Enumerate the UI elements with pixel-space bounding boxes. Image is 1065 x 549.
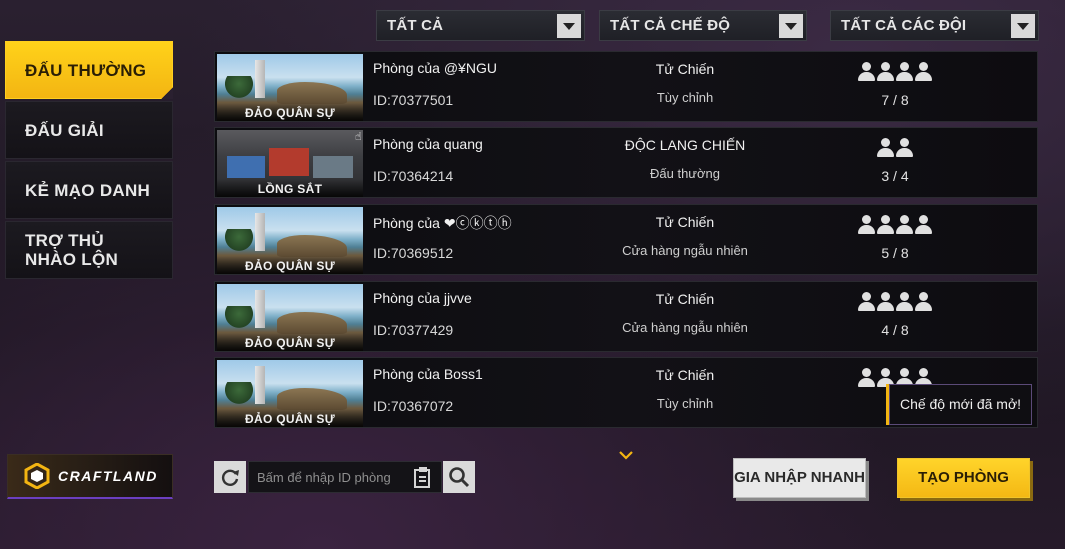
room-submode: Cửa hàng ngẫu nhiên — [622, 320, 748, 335]
player-count: 4 / 8 — [881, 322, 909, 338]
person-icon — [915, 292, 932, 311]
sidebar-item-ke-mao-danh[interactable]: KẺ MẠO DANH — [5, 161, 173, 219]
map-name: ĐẢO QUÂN SỰ — [217, 333, 363, 351]
craftland-logo-icon — [24, 463, 50, 489]
map-thumbnail: ĐẢO QUÂN SỰ — [217, 54, 363, 121]
chevron-down-icon[interactable] — [619, 448, 633, 462]
chevron-down-icon[interactable] — [779, 14, 803, 38]
paste-button[interactable] — [411, 465, 435, 489]
new-mode-tooltip: Chế độ mới đã mở! — [889, 384, 1032, 425]
map-name: ĐẢO QUÂN SỰ — [217, 103, 363, 121]
sidebar-item-label: TRỢ THỦ NHÀO LỘN — [25, 231, 119, 269]
sidebar-item-label: ĐẤU THƯỜNG — [25, 60, 147, 80]
player-count: 5 / 8 — [881, 245, 909, 261]
person-icon — [877, 138, 894, 157]
mode-filter[interactable]: TẤT CẢ CHẾ ĐỘ — [599, 10, 807, 41]
map-thumbnail: ĐẢO QUÂN SỰ — [217, 360, 363, 427]
person-icon — [858, 292, 875, 311]
chevron-down-icon[interactable] — [1011, 14, 1035, 38]
mode-filter-label: TẤT CẢ CHẾ ĐỘ — [610, 17, 731, 34]
map-thumbnail: LỒNG SẮT — [217, 130, 363, 197]
room-name: Phòng của Boss1 — [373, 366, 483, 382]
room-name: Phòng của jjvve — [373, 290, 472, 306]
person-icon — [896, 138, 913, 157]
player-count: 3 / 4 — [881, 168, 909, 184]
person-icon — [858, 215, 875, 234]
search-icon — [449, 467, 470, 488]
room-submode: Cửa hàng ngẫu nhiên — [622, 243, 748, 258]
team-size-filter-label: TẤT CẢ — [387, 17, 444, 34]
craftland-label: CRAFTLAND — [58, 468, 158, 484]
pointer-icon: ☝ — [355, 131, 362, 143]
room-name: Phòng của quang — [373, 136, 483, 152]
refresh-icon — [221, 469, 239, 486]
search-button[interactable] — [443, 461, 475, 493]
room-mode: Tử Chiến — [655, 291, 715, 307]
room-row[interactable]: ĐẢO QUÂN SỰ Phòng của jjvve ID:70377429 … — [214, 281, 1038, 352]
team-size-icons — [815, 138, 975, 158]
room-row[interactable]: ĐẢO QUÂN SỰ Phòng của @¥NGU ID:70377501 … — [214, 51, 1038, 122]
player-count: 7 / 8 — [881, 92, 909, 108]
craftland-button[interactable]: CRAFTLAND — [7, 454, 173, 499]
person-icon — [858, 368, 875, 387]
team-size-filter[interactable]: TẤT CẢ — [376, 10, 585, 41]
map-thumbnail: ĐẢO QUÂN SỰ — [217, 207, 363, 274]
refresh-button[interactable] — [214, 461, 246, 493]
create-room-button[interactable]: TẠO PHÒNG — [897, 458, 1030, 498]
room-mode: Tử Chiến — [655, 367, 715, 383]
room-mode: Tử Chiến — [655, 61, 715, 77]
room-mode: Tử Chiến — [655, 214, 715, 230]
team-size-icons — [815, 62, 975, 82]
room-name: Phòng của ❤ⓒⓚⓣⓗ — [373, 215, 512, 231]
map-name: LỒNG SẮT — [217, 179, 363, 197]
teams-filter-label: TẤT CẢ CÁC ĐỘI — [841, 17, 967, 34]
room-mode: ĐỘC LANG CHIẾN — [624, 137, 746, 153]
sidebar-item-dau-giai[interactable]: ĐẤU GIẢI — [5, 101, 173, 159]
sidebar-item-dau-thuong[interactable]: ĐẤU THƯỜNG — [5, 41, 173, 99]
person-icon — [877, 292, 894, 311]
room-id: ID:70369512 — [373, 245, 454, 261]
team-size-icons — [815, 292, 975, 312]
person-icon — [896, 292, 913, 311]
map-thumbnail: ĐẢO QUÂN SỰ — [217, 284, 363, 351]
room-id: ID:70377429 — [373, 322, 454, 338]
room-submode: Tùy chỉnh — [656, 90, 714, 105]
person-icon — [915, 62, 932, 81]
person-icon — [858, 62, 875, 81]
room-submode: Đấu thường — [650, 166, 720, 181]
map-name: ĐẢO QUÂN SỰ — [217, 256, 363, 274]
map-name: ĐẢO QUÂN SỰ — [217, 409, 363, 427]
chevron-down-icon[interactable] — [557, 14, 581, 38]
room-id: ID:70377501 — [373, 92, 454, 108]
person-icon — [896, 215, 913, 234]
room-row[interactable]: LỒNG SẮT ☝ Phòng của quang ID:70364214 Đ… — [214, 127, 1038, 198]
room-id: ID:70367072 — [373, 398, 454, 414]
teams-filter[interactable]: TẤT CẢ CÁC ĐỘI — [830, 10, 1039, 41]
person-icon — [877, 62, 894, 81]
sidebar-item-tro-thu-nhao-lon[interactable]: TRỢ THỦ NHÀO LỘN — [5, 221, 173, 279]
team-size-icons — [815, 215, 975, 235]
person-icon — [915, 215, 932, 234]
clipboard-icon — [414, 467, 430, 488]
room-submode: Tùy chỉnh — [656, 396, 714, 411]
person-icon — [877, 215, 894, 234]
room-name: Phòng của @¥NGU — [373, 60, 497, 76]
sidebar-item-label: KẺ MẠO DANH — [25, 180, 151, 200]
person-icon — [896, 62, 913, 81]
room-id: ID:70364214 — [373, 168, 454, 184]
sidebar-item-label: ĐẤU GIẢI — [25, 120, 104, 140]
room-row[interactable]: ĐẢO QUÂN SỰ Phòng của ❤ⓒⓚⓣⓗ ID:70369512 … — [214, 204, 1038, 275]
quick-join-button[interactable]: GIA NHẬP NHANH — [733, 458, 866, 498]
